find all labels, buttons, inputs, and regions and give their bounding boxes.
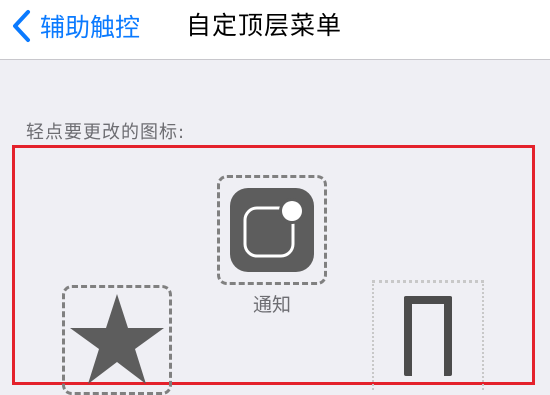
instruction-label: 轻点要更改的图标: (26, 122, 186, 143)
navigation-bar: 辅助触控 自定顶层菜单 (0, 0, 550, 60)
notification-label: 通知 (252, 294, 291, 316)
page-title: 自定顶层菜单 (186, 11, 343, 40)
menu-slot-notification[interactable] (217, 175, 327, 285)
chevron-left-icon (13, 10, 30, 42)
back-button[interactable]: 辅助触控 (10, 8, 140, 44)
device-icon (404, 296, 452, 376)
menu-slot-favorite[interactable] (62, 285, 172, 395)
star-icon (70, 294, 164, 384)
notification-icon (230, 188, 314, 272)
back-label: 辅助触控 (40, 13, 141, 42)
